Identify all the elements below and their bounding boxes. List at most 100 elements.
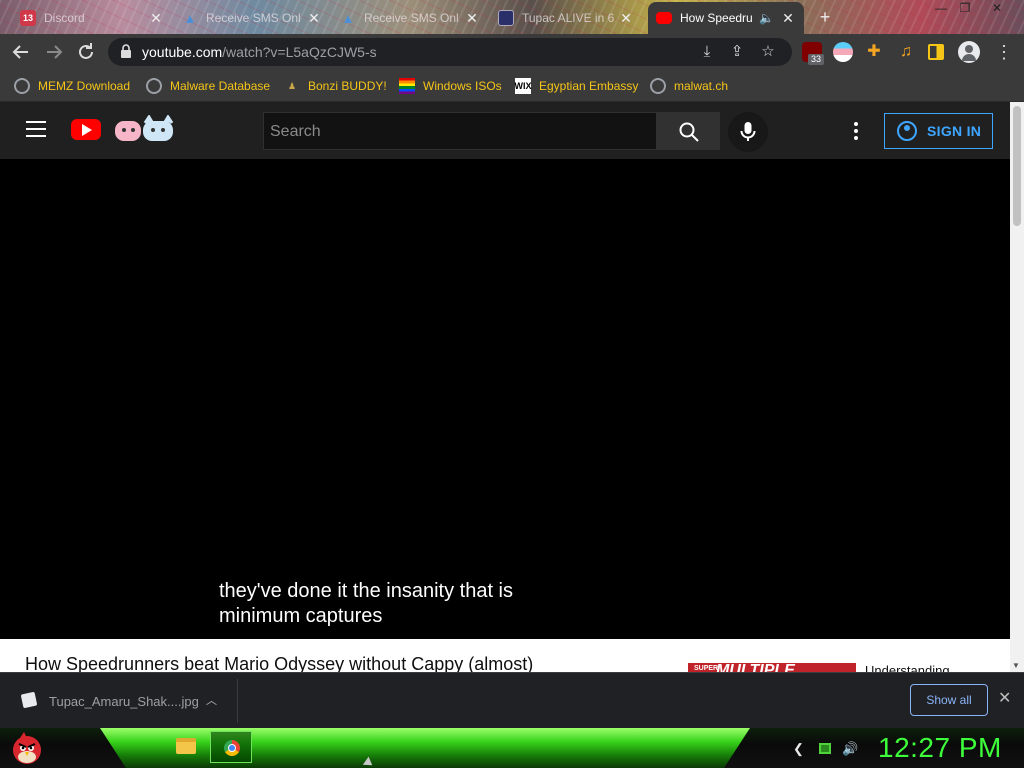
bookmark-label: malwat.ch	[674, 79, 729, 93]
angry-bird-start-icon[interactable]	[8, 730, 46, 766]
youtube-doodle-logo[interactable]	[113, 115, 175, 145]
bookmark-malware-database[interactable]: Malware Database	[146, 76, 270, 96]
forward-button[interactable]	[42, 40, 66, 64]
lock-icon[interactable]	[120, 44, 132, 58]
triangle-tab-icon: ▲	[183, 10, 197, 26]
search-box	[263, 112, 657, 150]
close-icon[interactable]: ✕	[306, 10, 322, 26]
desktop-screen: 13 Discord ✕ ▲ Receive SMS Onl ✕ ▲ Recei…	[0, 0, 1024, 768]
youtube-tab-icon	[656, 12, 672, 24]
extension-badge: 33	[808, 54, 825, 65]
scrollbar-thumb[interactable]	[1013, 106, 1021, 226]
reload-icon	[79, 43, 93, 59]
close-icon[interactable]: ✕	[998, 689, 1011, 709]
caption-line: minimum captures	[219, 605, 383, 627]
network-icon[interactable]	[819, 743, 831, 754]
bookmark-windows-isos[interactable]: Windows ISOs	[399, 76, 502, 96]
bookmarks-bar: MEMZ Download Malware Database ♟ Bonzi B…	[0, 70, 1024, 102]
search-button[interactable]	[656, 112, 720, 150]
bookmark-label: Bonzi BUDDY!	[308, 79, 387, 93]
tab-title: How Speedru	[680, 11, 753, 25]
arrow-left-icon	[12, 45, 28, 59]
chevron-up-icon[interactable]: ︿	[206, 692, 217, 708]
browser-toolbar: youtube.com/watch?v=L5aQzCJW5-s ⤓ ⇪ ☆ 33…	[0, 34, 1024, 70]
bookmark-bonzi-buddy[interactable]: ♟ Bonzi BUDDY!	[284, 76, 387, 96]
youtube-logo[interactable]	[71, 119, 101, 140]
tab-receive-sms-1[interactable]: ▲ Receive SMS Onl ✕	[174, 4, 330, 32]
extensions-puzzle-icon[interactable]: ✚	[864, 42, 884, 62]
tray-overflow-icon[interactable]: ❮	[793, 742, 804, 756]
tab-title: Discord	[44, 11, 85, 25]
scroll-down-arrow-icon[interactable]: ▼	[1012, 661, 1020, 670]
download-item[interactable]: Tupac_Amaru_Shak....jpg ︿	[0, 679, 238, 723]
thumbnail-text: MULTIPLE	[716, 663, 795, 672]
tab-title: Receive SMS Onl	[206, 11, 301, 25]
page-scrollbar[interactable]: ▼	[1010, 102, 1024, 672]
url-text[interactable]: youtube.com/watch?v=L5aQzCJW5-s	[142, 44, 377, 60]
rainbow-flag-icon	[399, 78, 415, 94]
taskbar-chrome-button[interactable]	[210, 731, 252, 763]
bookmark-label: Windows ISOs	[423, 79, 502, 93]
wix-icon: WIX	[515, 78, 532, 94]
reload-button[interactable]	[74, 40, 98, 64]
close-icon[interactable]: ✕	[780, 10, 796, 26]
trans-flag-extension-icon[interactable]	[833, 42, 853, 62]
recommended-title[interactable]: Understanding	[865, 663, 950, 672]
thumbnail-small-text: SUPER	[694, 665, 719, 672]
close-icon[interactable]: ✕	[618, 10, 634, 26]
speaker-icon[interactable]: 🔈	[759, 11, 774, 25]
arrow-right-icon	[47, 45, 63, 59]
close-icon[interactable]: ✕	[148, 10, 164, 26]
address-bar[interactable]: youtube.com/watch?v=L5aQzCJW5-s ⤓ ⇪ ☆	[108, 38, 792, 66]
download-shelf: Tupac_Amaru_Shak....jpg ︿ Show all ✕	[0, 672, 1024, 728]
bookmark-memz-download[interactable]: MEMZ Download	[14, 76, 130, 96]
bookmark-label: Egyptian Embassy	[539, 79, 639, 93]
globe-icon	[650, 78, 666, 94]
tab-tupac[interactable]: Tupac ALIVE in 6 ✕	[490, 4, 642, 32]
bookmark-star-icon[interactable]: ☆	[759, 43, 777, 61]
back-button[interactable]	[9, 40, 33, 64]
file-icon	[20, 691, 38, 709]
share-icon[interactable]: ⇪	[728, 43, 746, 61]
taskbar-clock[interactable]: 12:27 PM	[878, 731, 1002, 765]
tab-receive-sms-2[interactable]: ▲ Receive SMS Onl ✕	[332, 4, 488, 32]
media-control-icon[interactable]: ♫	[896, 42, 916, 62]
video-player[interactable]: they've done it the insanity that is min…	[0, 159, 1010, 639]
side-panel-icon[interactable]	[928, 44, 944, 60]
caption-line: they've done it the insanity that is	[219, 580, 513, 602]
file-explorer-icon[interactable]	[176, 738, 196, 754]
profile-avatar[interactable]	[958, 41, 980, 63]
browser-menu-button[interactable]: ⋮	[992, 40, 1016, 64]
more-options-icon[interactable]	[846, 120, 866, 144]
voice-search-button[interactable]	[728, 112, 768, 152]
youtube-header: SIGN IN	[0, 102, 1010, 159]
hamburger-menu-icon[interactable]	[26, 121, 46, 139]
sign-in-button[interactable]: SIGN IN	[884, 113, 993, 149]
recommended-thumbnail[interactable]: SUPER MULTIPLE	[688, 663, 856, 672]
window-close-icon[interactable]: ✕	[986, 0, 1008, 16]
minimize-icon[interactable]: —	[930, 0, 952, 16]
download-file-name: Tupac_Amaru_Shak....jpg	[49, 694, 199, 709]
below-video-area: How Speedrunners beat Mario Odyssey with…	[0, 639, 1010, 672]
video-captions: they've done it the insanity that is min…	[219, 579, 513, 629]
bookmark-label: Malware Database	[170, 79, 271, 93]
search-input[interactable]	[270, 121, 650, 143]
taskbar: ❮ 🔊 12:27 PM	[0, 728, 1024, 768]
bookmark-malwatch[interactable]: malwat.ch	[650, 76, 728, 96]
bookmark-egyptian-embassy[interactable]: WIX Egyptian Embassy	[515, 76, 638, 96]
tab-youtube-active[interactable]: How Speedru 🔈 ✕	[648, 2, 804, 34]
tab-title: Receive SMS Onl	[364, 11, 459, 25]
restore-icon[interactable]: ❐	[954, 0, 976, 16]
chrome-icon	[224, 740, 240, 756]
volume-icon[interactable]: 🔊	[842, 742, 858, 756]
close-icon[interactable]: ✕	[464, 10, 480, 26]
new-tab-button[interactable]: +	[814, 6, 836, 28]
bookmark-label: MEMZ Download	[38, 79, 131, 93]
show-all-button[interactable]: Show all	[910, 684, 988, 716]
tab-discord[interactable]: 13 Discord ✕	[12, 4, 172, 32]
url-host: youtube.com	[142, 44, 223, 60]
globe-icon	[146, 78, 162, 94]
browser-tab-strip: 13 Discord ✕ ▲ Receive SMS Onl ✕ ▲ Recei…	[0, 0, 1024, 34]
url-path: /watch?v=L5aQzCJW5-s	[222, 44, 377, 60]
install-icon[interactable]: ⤓	[698, 43, 716, 61]
